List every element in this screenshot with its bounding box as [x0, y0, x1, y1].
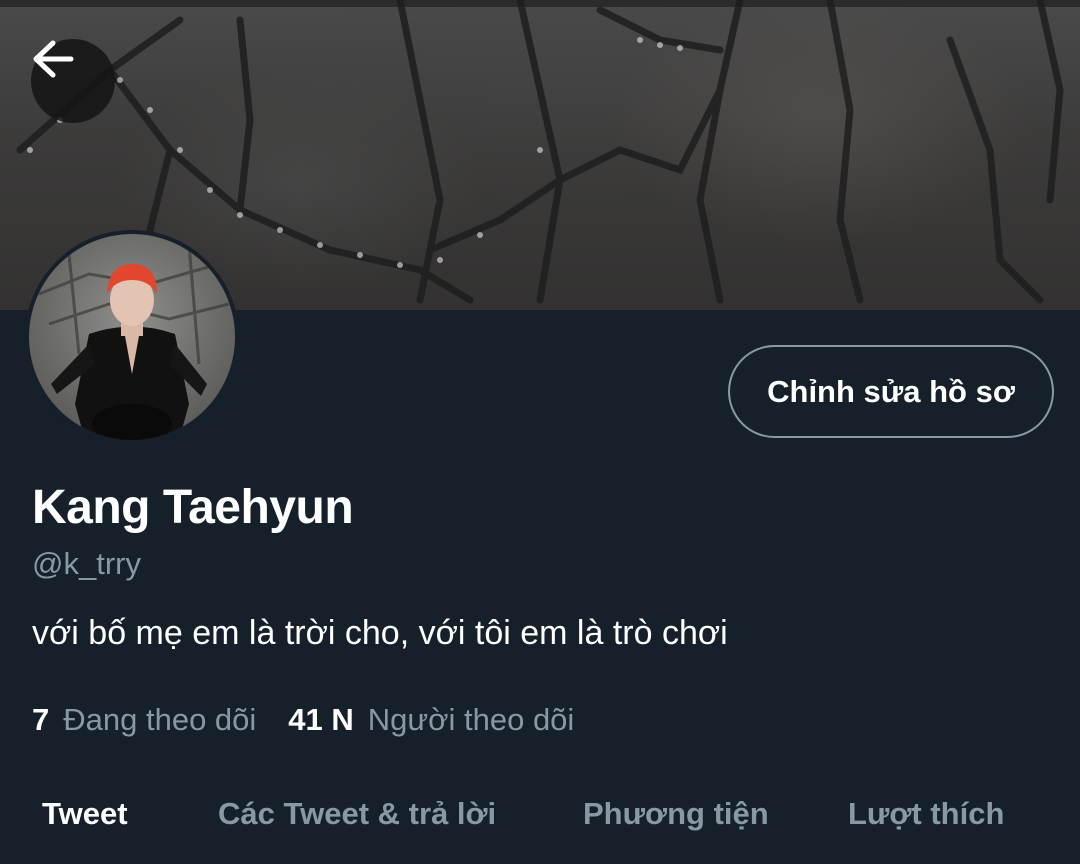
follow-stats: 7 Đang theo dõi 41 N Người theo dõi	[32, 702, 606, 738]
edit-profile-label: Chỉnh sửa hồ sơ	[767, 373, 1015, 409]
following-label: Đang theo dõi	[63, 702, 257, 737]
edit-profile-button[interactable]: Chỉnh sửa hồ sơ	[728, 345, 1054, 438]
followers-label: Người theo dõi	[367, 702, 575, 737]
display-name: Kang Taehyun	[32, 481, 354, 534]
profile-page: Chỉnh sửa hồ sơ Kang Taehyun @k_trry với…	[0, 0, 1080, 864]
profile-tabs: Tweet Các Tweet & trả lời Phương tiện Lư…	[0, 790, 1080, 864]
profile-bio: với bố mẹ em là trời cho, với tôi em là …	[32, 614, 728, 652]
back-button[interactable]	[31, 39, 115, 123]
arrow-left-icon	[33, 40, 74, 78]
following-count: 7	[32, 702, 50, 737]
user-handle: @k_trry	[32, 546, 141, 581]
tab-tweets[interactable]: Tweet	[42, 796, 128, 832]
tab-likes[interactable]: Lượt thích	[848, 796, 1004, 832]
followers-link[interactable]: 41 N Người theo dõi	[288, 702, 574, 738]
tab-tweets-and-replies[interactable]: Các Tweet & trả lời	[218, 796, 496, 832]
following-link[interactable]: 7 Đang theo dõi	[32, 702, 256, 738]
avatar-photo	[29, 234, 235, 440]
profile-avatar[interactable]	[25, 230, 239, 444]
followers-count: 41 N	[288, 702, 354, 737]
tab-media[interactable]: Phương tiện	[583, 796, 769, 832]
